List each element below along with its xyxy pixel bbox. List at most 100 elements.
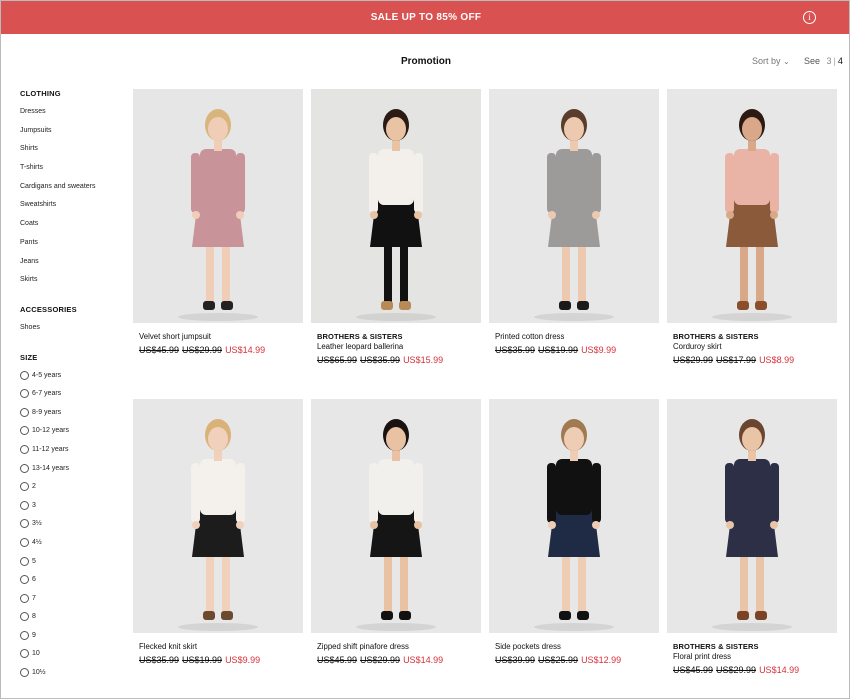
size-option[interactable]: 10½ [20, 668, 130, 688]
chevron-down-icon[interactable]: ⌄ [783, 57, 790, 66]
radio-button[interactable] [20, 519, 29, 529]
product-photo-figure [534, 109, 614, 321]
radio-button[interactable] [20, 444, 29, 454]
product-card[interactable]: Flecked knit skirt US$35.99 US$19.99 US$9.9… [133, 399, 303, 666]
size-option[interactable]: 10 [20, 649, 130, 669]
size-option[interactable]: 7 [20, 593, 130, 614]
radio-button[interactable] [20, 593, 29, 603]
sidebar-item-cardigans[interactable]: Cardigans and sweaters [20, 183, 130, 202]
sidebar-item-pants[interactable]: Pants [20, 239, 130, 258]
sale-price: US$14.99 [403, 655, 444, 665]
product-image[interactable] [133, 89, 303, 323]
info-icon[interactable]: i [803, 11, 816, 24]
size-option-label: 7 [32, 594, 36, 602]
sidebar-item-shoes[interactable]: Shoes [20, 324, 130, 343]
previous-price: US$29.99 [360, 655, 401, 665]
radio-button[interactable] [20, 463, 29, 473]
product-name[interactable]: Floral print dress [673, 652, 837, 662]
radio-button[interactable] [20, 612, 29, 622]
radio-button[interactable] [20, 537, 29, 547]
product-image[interactable] [311, 89, 481, 323]
radio-button[interactable] [20, 407, 29, 417]
sidebar-item-jeans[interactable]: Jeans [20, 258, 130, 277]
radio-button[interactable] [20, 649, 29, 659]
product-card[interactable]: Side pockets dress US$39.99 US$25.99 US$12.… [489, 399, 659, 666]
size-option[interactable]: 8-9 years [20, 407, 130, 428]
sidebar-item-sweatshirts[interactable]: Sweatshirts [20, 201, 130, 220]
size-option[interactable]: 6-7 years [20, 389, 130, 409]
radio-button[interactable] [20, 500, 29, 510]
product-prices: US$65.99 US$35.99 US$15.99 [317, 354, 481, 366]
size-option-label: 3½ [32, 520, 42, 528]
sort-by-label[interactable]: Sort by [752, 56, 781, 66]
size-option[interactable]: 5 [20, 556, 130, 577]
radio-button[interactable] [20, 556, 29, 566]
product-image[interactable] [311, 399, 481, 633]
product-name[interactable]: Flecked knit skirt [139, 642, 303, 652]
size-option[interactable]: 10-12 years [20, 426, 130, 446]
radio-button[interactable] [20, 389, 29, 399]
size-option[interactable]: 9 [20, 630, 130, 651]
sidebar-item-t-shirts[interactable]: T-shirts [20, 164, 130, 183]
size-option-label: 10-12 years [32, 427, 69, 435]
previous-price: US$19.99 [182, 655, 223, 665]
sidebar-item-skirts[interactable]: Skirts [20, 276, 130, 295]
product-photo-figure [356, 109, 436, 321]
product-image[interactable] [133, 399, 303, 633]
size-option-label: 11-12 years [32, 445, 69, 453]
radio-button[interactable] [20, 370, 29, 380]
size-option[interactable]: 2 [20, 482, 130, 502]
sidebar-item-jumpsuits[interactable]: Jumpsuits [20, 127, 130, 146]
product-name[interactable]: Side pockets dress [495, 642, 659, 652]
sidebar-item-coats[interactable]: Coats [20, 220, 130, 239]
product-card[interactable]: BROTHERS & SISTERS Floral print dress US$4… [667, 399, 837, 676]
sale-banner[interactable]: SALE UP TO 85% OFF i [1, 1, 849, 34]
original-price: US$65.99 [317, 355, 358, 365]
product-card[interactable]: Printed cotton dress US$35.99 US$19.99 US$9… [489, 89, 659, 356]
product-prices: US$35.99 US$19.99 US$9.99 [139, 654, 303, 666]
sort-by-dropdown[interactable]: Sort by ⌄ [752, 56, 790, 66]
product-image[interactable] [489, 399, 659, 633]
sale-price: US$9.99 [581, 345, 617, 355]
product-image[interactable] [667, 89, 837, 323]
original-price: US$35.99 [495, 345, 536, 355]
sidebar-item-shirts[interactable]: Shirts [20, 145, 130, 164]
radio-button[interactable] [20, 575, 29, 585]
sale-banner-text[interactable]: SALE UP TO 85% OFF [371, 12, 482, 23]
product-prices: US$39.99 US$25.99 US$12.99 [495, 654, 659, 666]
product-card[interactable]: Zipped shift pinafore dress US$45.99 US$29… [311, 399, 481, 666]
product-image[interactable] [489, 89, 659, 323]
view-option-3[interactable]: 3 [827, 56, 832, 66]
product-name[interactable]: Leather leopard ballerina [317, 342, 481, 352]
radio-button[interactable] [20, 668, 29, 678]
size-option[interactable]: 3½ [20, 519, 130, 539]
view-option-4[interactable]: 4 [838, 56, 843, 66]
size-option[interactable]: 3 [20, 500, 130, 521]
sale-price: US$15.99 [403, 355, 444, 365]
product-brand: BROTHERS & SISTERS [673, 642, 759, 651]
product-photo-figure [712, 419, 792, 631]
size-option[interactable]: 6 [20, 575, 130, 595]
size-option[interactable]: 11-12 years [20, 444, 130, 465]
product-card[interactable]: Velvet short jumpsuit US$45.99 US$29.99 US$… [133, 89, 303, 356]
product-name[interactable]: Printed cotton dress [495, 332, 659, 342]
size-option[interactable]: 4-5 years [20, 370, 130, 391]
product-name[interactable]: Zipped shift pinafore dress [317, 642, 481, 652]
product-name[interactable]: Velvet short jumpsuit [139, 332, 303, 342]
size-option[interactable]: 8 [20, 612, 130, 632]
product-prices: US$45.99 US$29.99 US$14.99 [673, 664, 837, 676]
filter-sidebar: CLOTHING Dresses Jumpsuits Shirts T-shir… [20, 89, 130, 698]
sidebar-item-dresses[interactable]: Dresses [20, 108, 130, 127]
size-option[interactable]: 13-14 years [20, 463, 130, 484]
size-option[interactable]: 4½ [20, 537, 130, 558]
product-card[interactable]: BROTHERS & SISTERS Corduroy skirt US$29.99… [667, 89, 837, 366]
product-image[interactable] [667, 399, 837, 633]
radio-button[interactable] [20, 630, 29, 640]
size-option-label: 2 [32, 483, 36, 491]
previous-price: US$35.99 [360, 355, 401, 365]
radio-button[interactable] [20, 482, 29, 492]
product-card[interactable]: BROTHERS & SISTERS Leather leopard baller… [311, 89, 481, 366]
product-name[interactable]: Corduroy skirt [673, 342, 837, 352]
radio-button[interactable] [20, 426, 29, 436]
size-option-label: 8 [32, 613, 36, 621]
